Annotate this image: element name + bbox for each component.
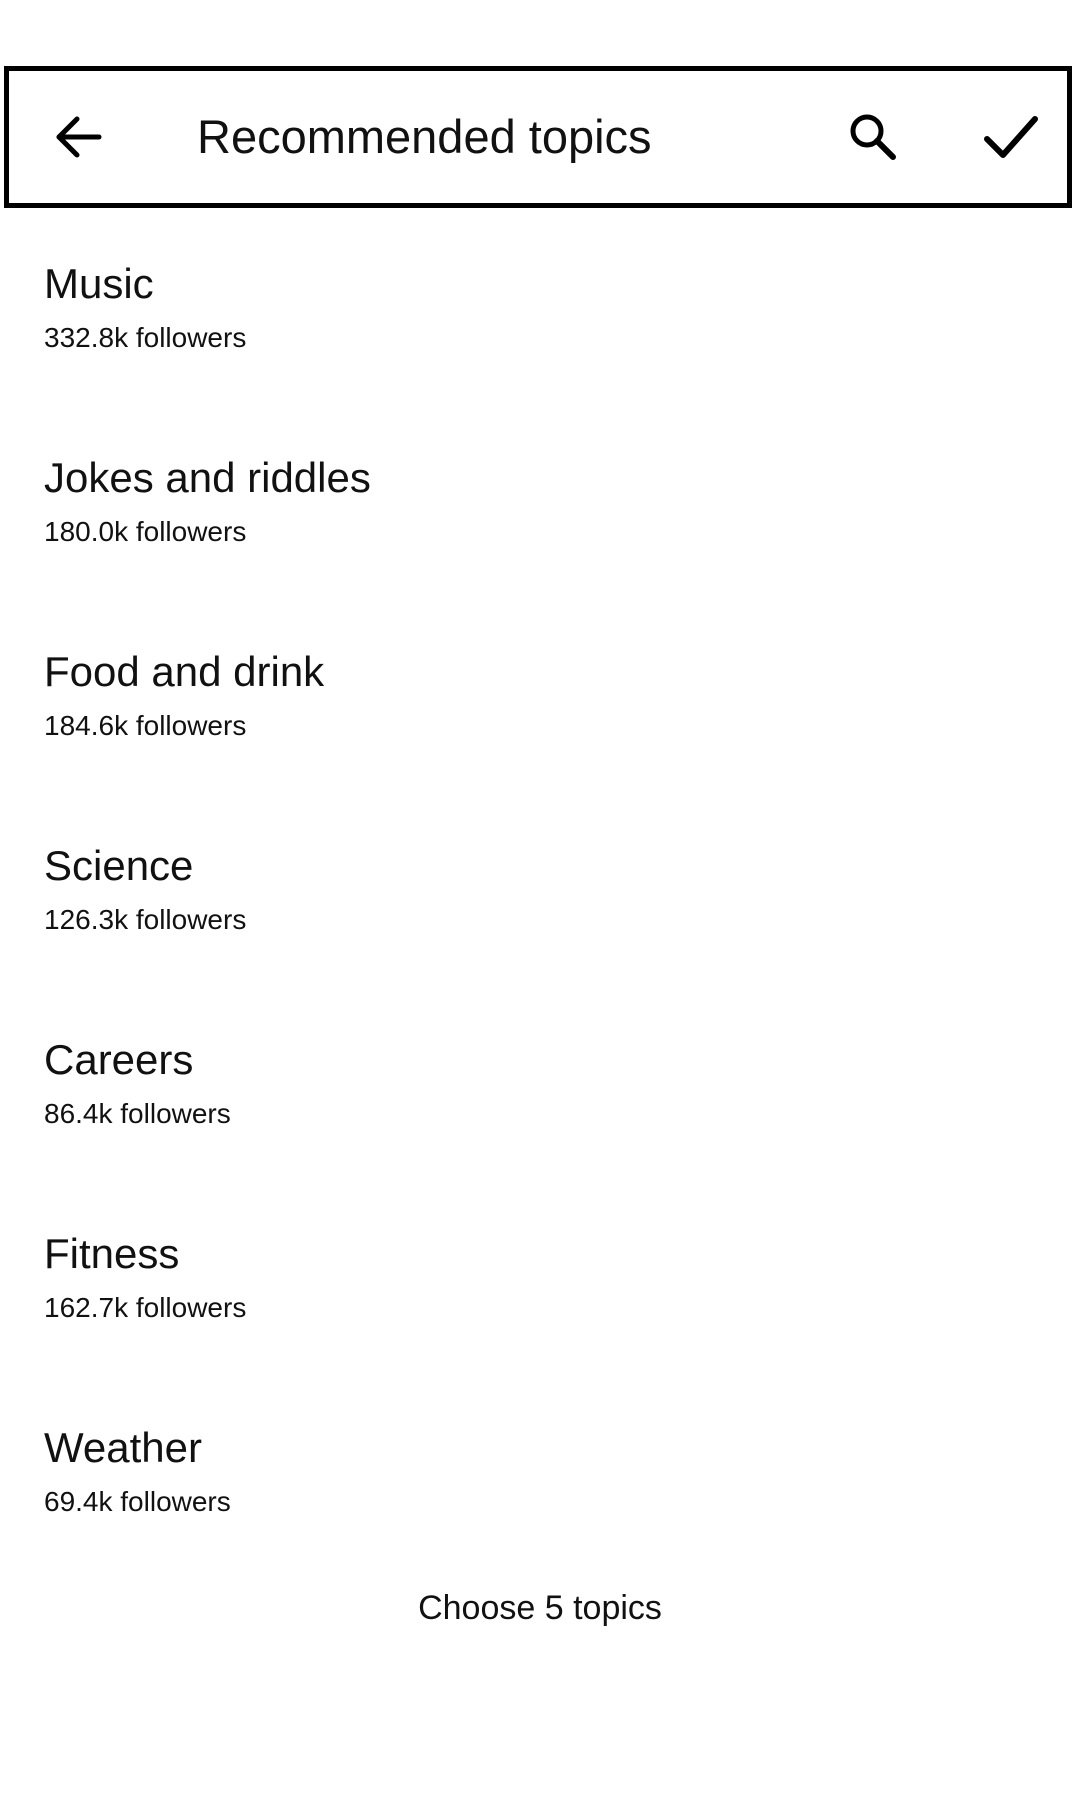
topic-item-careers[interactable]: Careers 86.4k followers <box>0 984 1080 1178</box>
topic-name: Fitness <box>44 1230 180 1277</box>
topic-item-weather[interactable]: Weather 69.4k followers <box>0 1372 1080 1566</box>
topic-item-jokes-and-riddles[interactable]: Jokes and riddles 180.0k followers <box>0 402 1080 596</box>
topic-name: Food and drink <box>44 648 325 695</box>
search-icon <box>850 114 896 160</box>
topic-name: Jokes and riddles <box>44 454 371 501</box>
topic-name: Music <box>44 260 154 307</box>
topic-followers: 69.4k followers <box>44 1486 231 1517</box>
topic-item-fitness[interactable]: Fitness 162.7k followers <box>0 1178 1080 1372</box>
page-title: Recommended topics <box>197 110 652 163</box>
arrow-left-icon <box>56 116 102 158</box>
topic-followers: 126.3k followers <box>44 904 247 935</box>
topic-followers: 180.0k followers <box>44 516 247 547</box>
topic-name: Careers <box>44 1036 194 1083</box>
topic-item-science[interactable]: Science 126.3k followers <box>0 790 1080 984</box>
topic-followers: 86.4k followers <box>44 1098 231 1129</box>
topic-list: Music 332.8k followers Jokes and riddles… <box>0 208 1080 1566</box>
topic-followers: 184.6k followers <box>44 710 247 741</box>
back-button[interactable] <box>43 101 115 173</box>
topic-item-music[interactable]: Music 332.8k followers <box>0 208 1080 402</box>
topic-name: Science <box>44 842 194 889</box>
confirm-button[interactable] <box>975 101 1047 173</box>
topic-followers: 162.7k followers <box>44 1292 247 1323</box>
app-bar: Recommended topics <box>4 66 1072 208</box>
checkmark-icon <box>984 116 1038 158</box>
topic-name: Weather <box>44 1424 202 1471</box>
topic-followers: 332.8k followers <box>44 322 247 353</box>
search-button[interactable] <box>837 101 909 173</box>
topic-item-food-and-drink[interactable]: Food and drink 184.6k followers <box>0 596 1080 790</box>
choose-topics-hint: Choose 5 topics <box>418 1589 662 1627</box>
